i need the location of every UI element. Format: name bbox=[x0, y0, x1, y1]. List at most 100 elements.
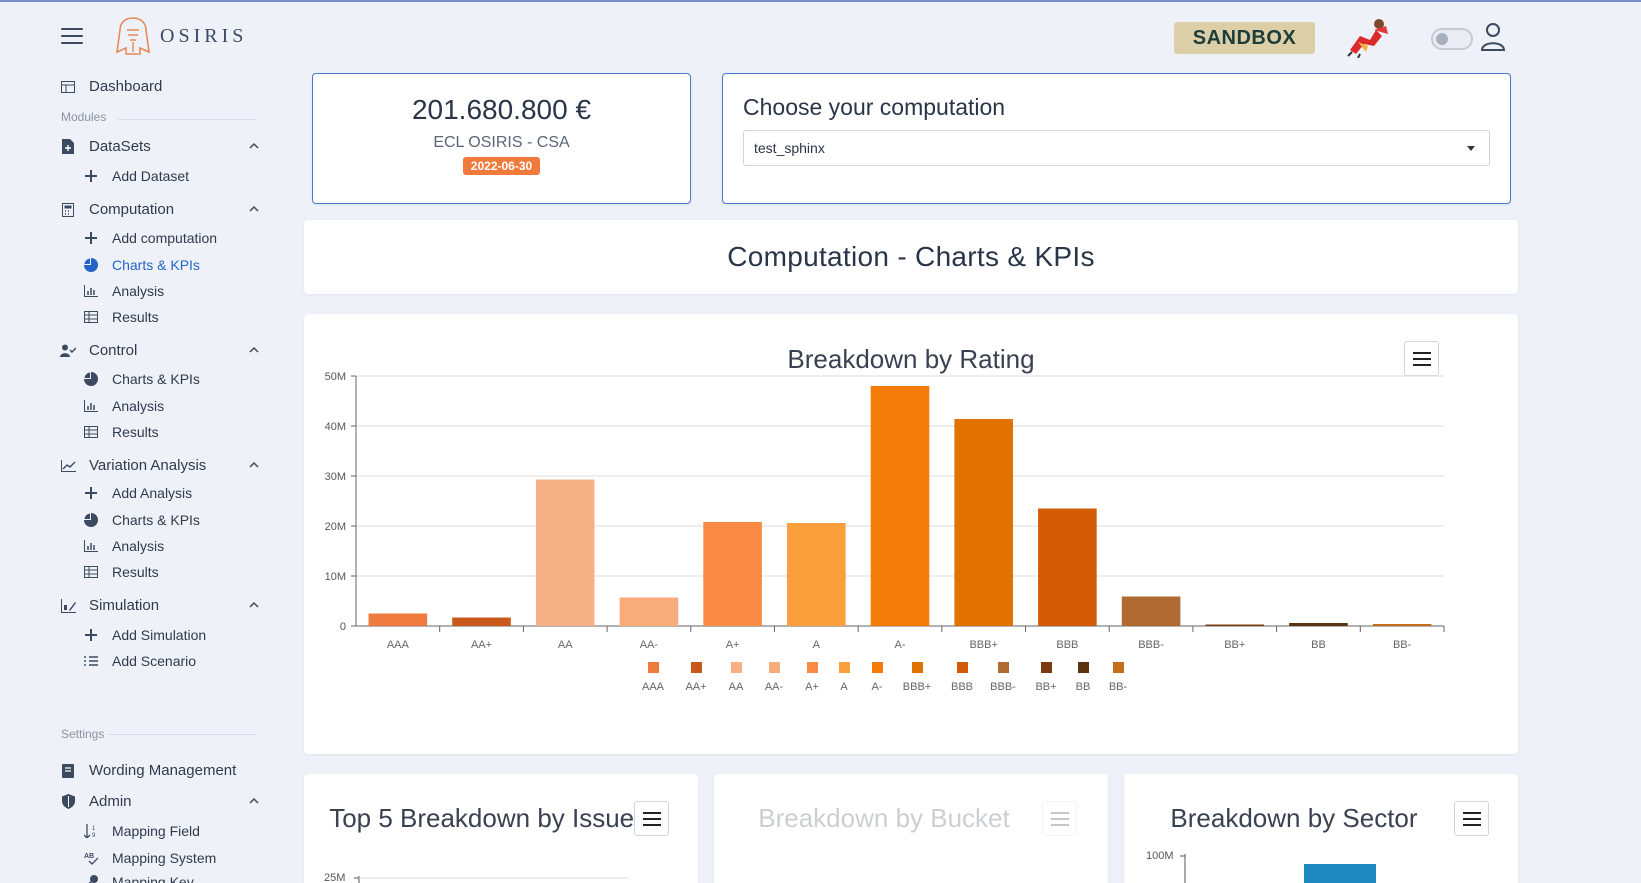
line-chart-icon bbox=[60, 458, 76, 474]
sidebar-item-computation-analysis[interactable]: Analysis bbox=[84, 283, 164, 299]
sidebar-item-admin[interactable]: Admin bbox=[60, 793, 260, 810]
x-tick-label: A- bbox=[895, 639, 906, 651]
sidebar-item-label: Control bbox=[89, 342, 138, 359]
edit-chart-icon bbox=[60, 598, 76, 614]
bar-chart-icon bbox=[84, 539, 98, 553]
legend-swatch bbox=[769, 662, 780, 673]
legend-swatch bbox=[912, 662, 923, 673]
legend-swatch bbox=[872, 662, 883, 673]
chart-menu-button[interactable] bbox=[1454, 801, 1489, 836]
sidebar-item-dashboard[interactable]: Dashboard bbox=[60, 78, 260, 95]
sidebar-item-control-analysis[interactable]: Analysis bbox=[84, 398, 164, 414]
svg-text:AB: AB bbox=[84, 853, 94, 860]
x-tick-label: AAA bbox=[387, 639, 410, 651]
chevron-up-icon[interactable] bbox=[248, 344, 260, 356]
sidebar-item-add-analysis[interactable]: Add Analysis bbox=[84, 485, 192, 501]
legend-label: AA- bbox=[765, 681, 784, 693]
bar-BBB+ bbox=[954, 419, 1013, 626]
sidebar-item-label: DataSets bbox=[89, 138, 151, 155]
sidebar-item-label: Add Simulation bbox=[112, 627, 207, 643]
file-icon bbox=[60, 139, 76, 155]
chart-menu-button[interactable] bbox=[634, 801, 669, 836]
divider bbox=[108, 734, 256, 735]
modules-section-label: Modules bbox=[61, 110, 107, 124]
calculator-icon bbox=[60, 202, 76, 218]
sidebar-item-add-simulation[interactable]: Add Simulation bbox=[84, 627, 206, 643]
sidebar-item-control[interactable]: Control bbox=[60, 342, 260, 359]
sidebar-item-control-charts[interactable]: Charts & KPIs bbox=[84, 371, 200, 387]
sidebar-item-mapping-system[interactable]: AB Mapping System bbox=[84, 850, 216, 866]
x-tick-label: AA- bbox=[640, 639, 659, 651]
computation-select[interactable]: test_sphinx bbox=[743, 130, 1490, 166]
legend-swatch bbox=[731, 662, 742, 673]
sidebar-item-label: Analysis bbox=[112, 538, 165, 554]
sidebar-item-label: Add computation bbox=[112, 230, 218, 246]
chevron-up-icon[interactable] bbox=[248, 459, 260, 471]
sidebar-item-variation-results[interactable]: Results bbox=[84, 564, 159, 580]
y-tick-label: 100M bbox=[1146, 850, 1174, 862]
kpi-card: 201.680.800 € ECL OSIRIS - CSA 2022-06-3… bbox=[312, 73, 691, 204]
legend-label: BBB bbox=[951, 681, 973, 693]
sidebar-item-add-dataset[interactable]: Add Dataset bbox=[84, 168, 189, 184]
bar-chart-icon bbox=[84, 399, 98, 413]
x-tick-label: AA+ bbox=[471, 639, 492, 651]
bar-BBB bbox=[1038, 508, 1097, 626]
chart-menu-button[interactable] bbox=[1042, 801, 1077, 836]
chevron-up-icon[interactable] bbox=[248, 599, 260, 611]
sidebar-item-wording-management[interactable]: Wording Management bbox=[60, 762, 300, 779]
bar-AA- bbox=[619, 597, 679, 626]
sidebar-item-computation[interactable]: Computation bbox=[60, 201, 260, 218]
bucket-chart-card: Breakdown by Bucket bbox=[714, 774, 1108, 883]
pie-chart-icon bbox=[84, 513, 98, 527]
bar-chart-icon bbox=[84, 284, 98, 298]
plus-icon bbox=[84, 486, 98, 500]
sidebar-item-mapping-field[interactable]: 19 Mapping Field bbox=[84, 823, 200, 839]
legend-label: BBB+ bbox=[903, 681, 931, 693]
theme-toggle[interactable] bbox=[1431, 28, 1473, 50]
bar-AA+ bbox=[452, 617, 511, 626]
sidebar: OSIRIS Dashboard Modules DataSets Add Da… bbox=[0, 2, 280, 883]
sidebar-item-computation-charts[interactable]: Charts & KPIs bbox=[84, 257, 200, 273]
issuer-chart-axis: 25M bbox=[324, 872, 629, 883]
avatar[interactable] bbox=[1346, 16, 1394, 58]
sidebar-item-control-results[interactable]: Results bbox=[84, 424, 159, 440]
dashboard-icon bbox=[60, 79, 76, 95]
chevron-up-icon[interactable] bbox=[248, 795, 260, 807]
x-tick-label: BBB+ bbox=[969, 639, 997, 651]
computation-select-value: test_sphinx bbox=[754, 140, 825, 156]
legend-swatch bbox=[648, 662, 659, 673]
legend-swatch bbox=[807, 662, 818, 673]
sidebar-item-variation-charts[interactable]: Charts & KPIs bbox=[84, 512, 200, 528]
sidebar-item-label: Analysis bbox=[112, 283, 165, 299]
sidebar-item-add-scenario[interactable]: Add Scenario bbox=[84, 653, 196, 669]
sidebar-item-mapping-key[interactable]: Mapping Key bbox=[84, 874, 194, 883]
chevron-up-icon[interactable] bbox=[248, 140, 260, 152]
hamburger-icon bbox=[1050, 811, 1069, 826]
legend-label: A+ bbox=[805, 681, 819, 693]
user-profile-icon[interactable] bbox=[1480, 22, 1506, 52]
legend-label: BB bbox=[1076, 681, 1091, 693]
environment-badge: SANDBOX bbox=[1174, 22, 1315, 54]
sidebar-item-computation-results[interactable]: Results bbox=[84, 309, 159, 325]
bar-AAA bbox=[368, 613, 428, 626]
sidebar-item-label: Charts & KPIs bbox=[112, 371, 200, 387]
hamburger-icon bbox=[642, 811, 661, 826]
sidebar-item-label: Results bbox=[112, 309, 159, 325]
sidebar-item-add-computation[interactable]: Add computation bbox=[84, 230, 217, 246]
spellcheck-icon: AB bbox=[84, 851, 98, 865]
x-tick-label: BB- bbox=[1393, 639, 1412, 651]
sidebar-item-datasets[interactable]: DataSets bbox=[60, 138, 260, 155]
sidebar-item-variation-analysis-sub[interactable]: Analysis bbox=[84, 538, 164, 554]
hamburger-menu-icon[interactable] bbox=[61, 28, 83, 44]
legend-swatch bbox=[1113, 662, 1124, 673]
legend-label: BB+ bbox=[1035, 681, 1056, 693]
sidebar-item-label: Mapping Field bbox=[112, 823, 200, 839]
chevron-up-icon[interactable] bbox=[248, 203, 260, 215]
user-check-icon bbox=[60, 343, 76, 359]
svg-text:9: 9 bbox=[92, 833, 96, 838]
sidebar-item-label: Add Scenario bbox=[112, 653, 197, 669]
pharaoh-logo-icon bbox=[116, 17, 150, 55]
sidebar-item-variation-analysis[interactable]: Variation Analysis bbox=[60, 457, 260, 474]
sidebar-item-simulation[interactable]: Simulation bbox=[60, 597, 260, 614]
app-logo[interactable]: OSIRIS bbox=[114, 16, 247, 56]
